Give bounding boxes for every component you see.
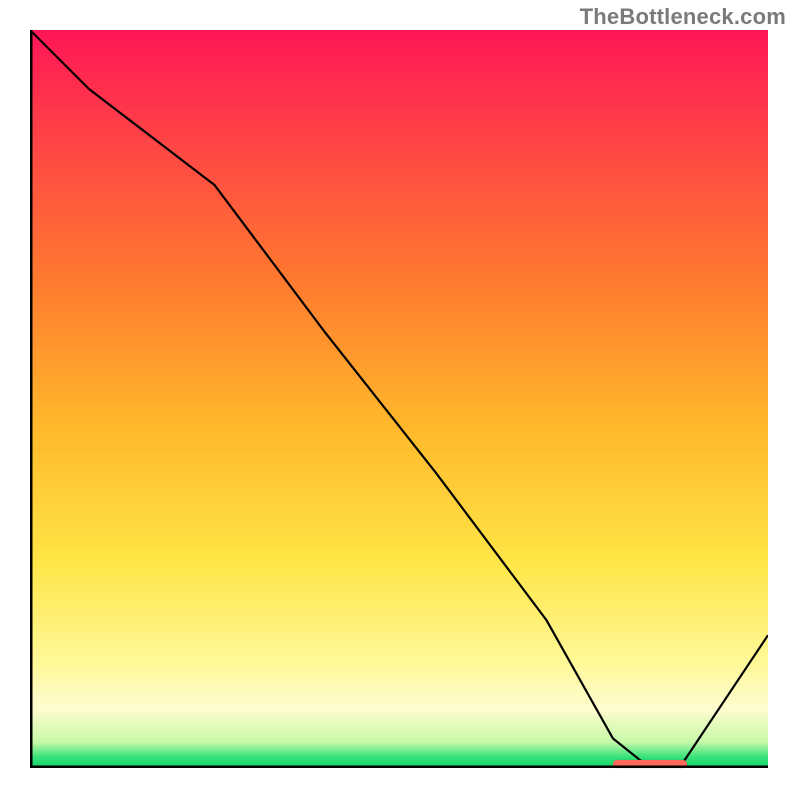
chart-marker-segment [613, 760, 687, 768]
watermark-text: TheBottleneck.com [580, 4, 786, 30]
chart-curve [30, 30, 768, 768]
curve-path [30, 30, 768, 768]
chart-plot-area [30, 30, 768, 768]
